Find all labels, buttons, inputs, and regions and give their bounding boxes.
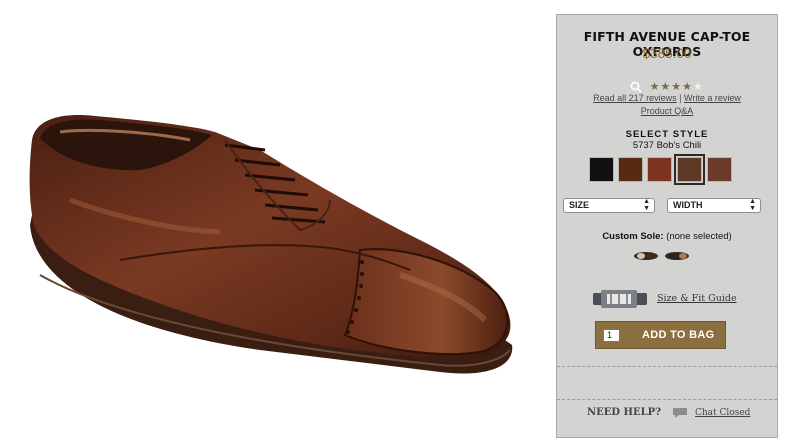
divider — [557, 399, 777, 400]
select-arrows-icon: ▲ ▼ — [749, 198, 756, 212]
brannock-device-icon — [593, 290, 647, 308]
selected-style-name: 5737 Bob's Chili — [632, 140, 702, 151]
size-select[interactable]: SIZE ▲ ▼ — [563, 198, 655, 213]
custom-sole: Custom Sole: (none selected) — [557, 231, 777, 242]
custom-sole-value: (none selected) — [666, 231, 732, 242]
sole-options-icon[interactable] — [633, 251, 691, 261]
chat-status-link[interactable]: Chat Closed — [695, 408, 750, 418]
swatch-walnut[interactable] — [618, 157, 643, 182]
product-qa-link[interactable]: Product Q&A — [557, 106, 777, 116]
size-select-label: SIZE — [569, 200, 590, 210]
need-help-label: NEED HELP? — [587, 407, 662, 418]
select-style-label: SELECT STYLE — [625, 129, 709, 140]
reviews-links: Read all 217 reviews | Write a review — [557, 93, 777, 103]
add-to-bag-button[interactable]: 1 ADD TO BAG — [595, 321, 726, 349]
swatch-black[interactable] — [589, 157, 614, 182]
width-select[interactable]: WIDTH ▲ ▼ — [667, 198, 761, 213]
product-price: $385.00 — [642, 46, 692, 61]
oxford-shoe-icon — [29, 115, 513, 374]
search-icon[interactable] — [630, 81, 642, 93]
star-rating-icon[interactable]: ★★★★★ — [650, 80, 704, 93]
help-row: NEED HELP? Chat Closed — [557, 407, 777, 421]
add-to-bag-label: ADD TO BAG — [642, 329, 715, 341]
read-reviews-link[interactable]: Read all 217 reviews — [593, 93, 677, 103]
product-panel: FIFTH AVENUE CAP-TOE OXFORDS $385.00 ★★★… — [556, 14, 778, 438]
custom-sole-label: Custom Sole: — [602, 231, 664, 242]
select-arrows-icon: ▲ ▼ — [643, 198, 650, 212]
chat-bubble-icon — [673, 408, 687, 418]
quantity-input[interactable]: 1 — [603, 329, 620, 342]
rating-row: ★★★★★ — [557, 78, 777, 93]
write-review-link[interactable]: Write a review — [684, 93, 741, 103]
size-fit-guide-link[interactable]: Size & Fit Guide — [657, 293, 737, 304]
reviews-separator: | — [679, 93, 682, 103]
divider — [557, 366, 777, 367]
product-image[interactable] — [0, 0, 545, 446]
swatch-chili-red[interactable] — [647, 157, 672, 182]
swatch-bobs-chili[interactable] — [674, 154, 705, 185]
swatch-burgundy[interactable] — [707, 157, 732, 182]
width-select-label: WIDTH — [673, 200, 703, 210]
